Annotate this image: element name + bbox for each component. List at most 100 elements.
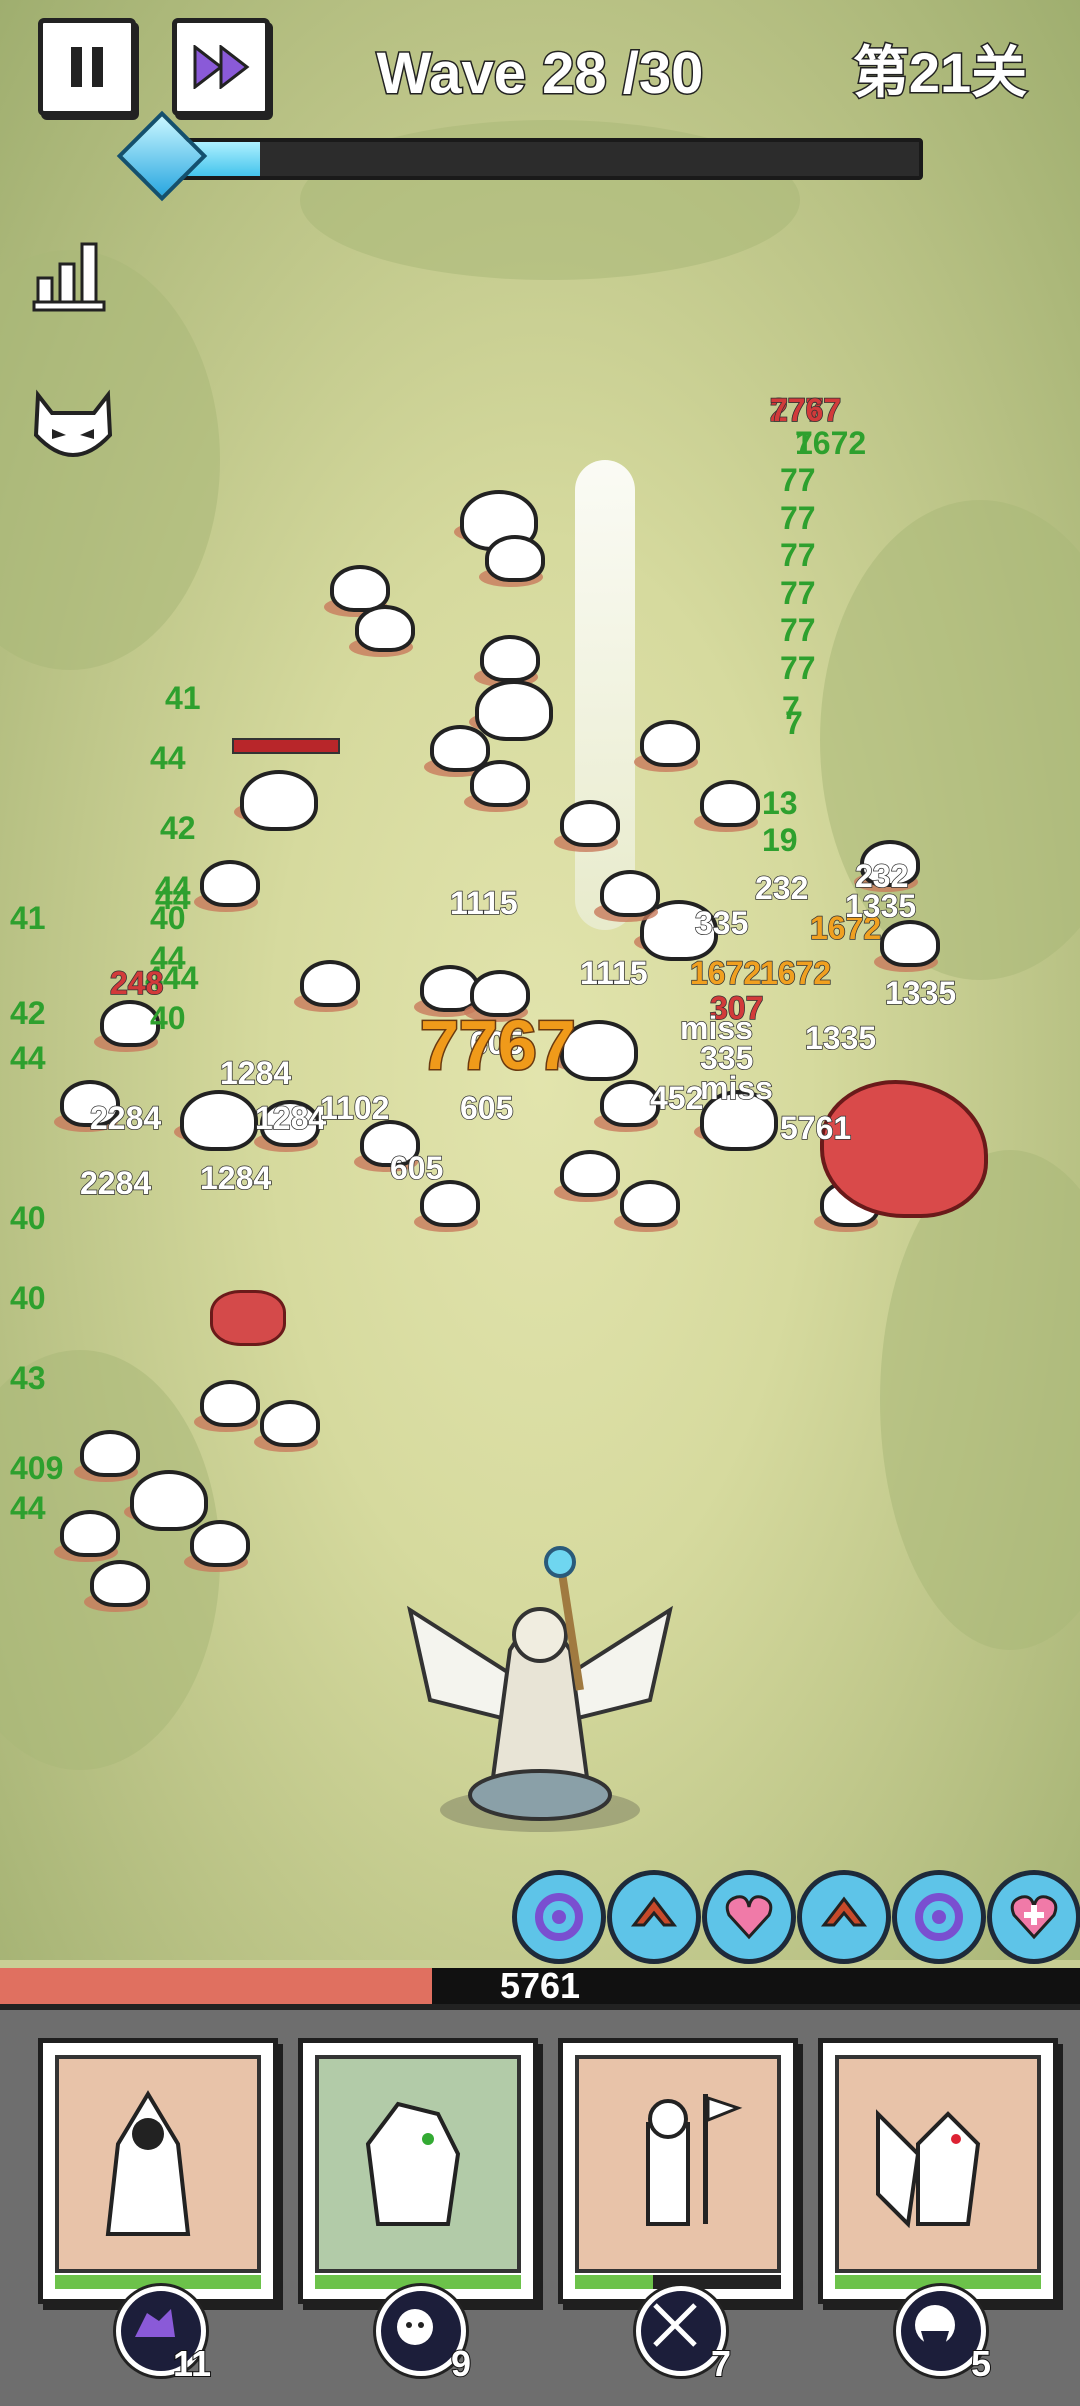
card-cost-badge: 11 <box>116 2286 212 2385</box>
damage-number: 2284 <box>79 1164 152 1202</box>
damage-number: 1335 <box>884 974 957 1012</box>
enemy-creature <box>560 800 620 847</box>
damage-number: 19 <box>762 822 798 858</box>
damage-number: 44 <box>10 1490 46 1526</box>
dark-knight-icon <box>915 2305 955 2345</box>
enemy-creature <box>880 920 940 967</box>
damage-number: 40 <box>10 1280 46 1316</box>
crossed-swords-icon <box>653 2303 697 2347</box>
vortex-skill-button[interactable] <box>512 1870 606 1964</box>
armored-beast-icon <box>365 2101 461 2226</box>
enemy-creature <box>700 780 760 827</box>
enemy-creature <box>190 1520 250 1567</box>
damage-number: 41 <box>165 680 201 716</box>
unit-card-knight-banner[interactable] <box>558 2038 798 2304</box>
enemy-creature <box>90 1560 150 1607</box>
enemy-creature <box>355 605 415 652</box>
enemy-creature <box>470 760 530 807</box>
enemy-creature <box>485 535 545 582</box>
damage-number: 1672 <box>759 954 832 992</box>
damage-number: 13 <box>762 785 798 821</box>
damage-number: 605 <box>389 1149 444 1187</box>
damage-number: 1335 <box>844 887 917 925</box>
enemy-creature <box>80 1430 140 1477</box>
damage-number: 1672 <box>795 425 867 461</box>
heal-skill-button[interactable] <box>987 1870 1080 1964</box>
vortex-skill-2-button[interactable] <box>892 1870 986 1964</box>
damage-number: miss <box>699 1069 773 1107</box>
card-portrait <box>835 2055 1041 2273</box>
damage-number: 77 <box>780 575 816 611</box>
card-cost-value: 7 <box>710 2342 732 2385</box>
enemy-creature <box>640 720 700 767</box>
damage-number: 7767 <box>769 391 842 429</box>
damage-number: 44 <box>10 1040 46 1076</box>
level-label: 第21关 <box>851 40 1028 106</box>
enemy-creature <box>300 960 360 1007</box>
bush <box>880 1150 1080 1650</box>
big-hit-number: 7767 <box>419 1005 578 1086</box>
arrow-up-icon <box>820 1896 868 1927</box>
card-portrait <box>55 2055 261 2273</box>
card-cost-value: 5 <box>970 2342 992 2385</box>
hooded-mage-icon <box>105 2090 191 2236</box>
enemy-creature <box>475 680 553 741</box>
heart-skill-button[interactable] <box>702 1870 796 1964</box>
damage-number: 1284 <box>254 1099 327 1137</box>
damage-number: 1115 <box>579 954 648 992</box>
damage-number: 1335 <box>804 1019 877 1057</box>
damage-number: 248 <box>109 964 164 1002</box>
base-hp-value: 5761 <box>499 1965 581 2006</box>
damage-number: miss <box>679 1009 753 1047</box>
hero-angel-tower[interactable] <box>400 1540 680 1840</box>
fast-forward-icon <box>193 45 250 89</box>
pause-icon <box>71 47 103 87</box>
damage-number: 44 <box>150 740 186 776</box>
damage-number: 42 <box>10 995 46 1031</box>
damage-number: 40 <box>150 1000 186 1036</box>
enemy-creature <box>560 1150 620 1197</box>
damage-number: 335 <box>694 904 749 942</box>
enemy-health-bar <box>232 738 340 754</box>
damage-number: 40 <box>10 1200 46 1236</box>
enemy-creature <box>480 635 540 682</box>
enemy-creature <box>420 1180 480 1227</box>
heart-icon <box>725 1895 773 1940</box>
vortex-icon <box>535 1893 583 1941</box>
card-cost-badge: 5 <box>896 2286 992 2385</box>
knight-banner-icon <box>646 2094 743 2226</box>
damage-number: 1115 <box>449 884 518 922</box>
enemy-red-brute <box>820 1080 988 1218</box>
enemy-creature <box>180 1090 258 1151</box>
enemy-info-button[interactable] <box>30 385 116 470</box>
pause-button[interactable] <box>38 18 136 116</box>
enemy-creature <box>200 1380 260 1427</box>
card-cost-value: 11 <box>172 2342 212 2385</box>
heart-plus-icon <box>1010 1895 1058 1940</box>
stats-button[interactable] <box>30 230 114 319</box>
card-cost-badge: 9 <box>376 2286 472 2385</box>
damage-number: 1102 <box>319 1089 390 1127</box>
wave-counter: Wave 28 /30 <box>375 40 705 108</box>
damage-number: 1672 <box>689 954 762 992</box>
damage-number: 7 <box>785 705 803 741</box>
attack-up-skill-2-button[interactable] <box>797 1870 891 1964</box>
enemy-red-wolf <box>210 1290 286 1346</box>
beast-face-icon <box>397 2309 433 2345</box>
attack-up-skill-button[interactable] <box>607 1870 701 1964</box>
damage-number: 1284 <box>219 1054 292 1092</box>
enemy-creature <box>260 1400 320 1447</box>
enemy-creature <box>600 870 660 917</box>
damage-number: 409 <box>10 1450 64 1486</box>
base-hp-bar: 5761 <box>0 1968 1080 2004</box>
damage-number: 77 <box>780 462 816 498</box>
fast-forward-button[interactable] <box>172 18 270 116</box>
unit-card-hooded-mage[interactable] <box>38 2038 278 2304</box>
demon-face-icon <box>33 389 113 457</box>
enemy-creature <box>240 770 318 831</box>
unit-card-bat-demon[interactable] <box>818 2038 1058 2304</box>
damage-number: 77 <box>780 537 816 573</box>
unit-card-armored-beast[interactable] <box>298 2038 538 2304</box>
battlefield[interactable]: 277 7 77 77 77 77 77 77 7 7 13 19 41 44 42 44 40 44 444 40 4… <box>0 0 1080 1960</box>
vortex-icon <box>915 1893 963 1941</box>
